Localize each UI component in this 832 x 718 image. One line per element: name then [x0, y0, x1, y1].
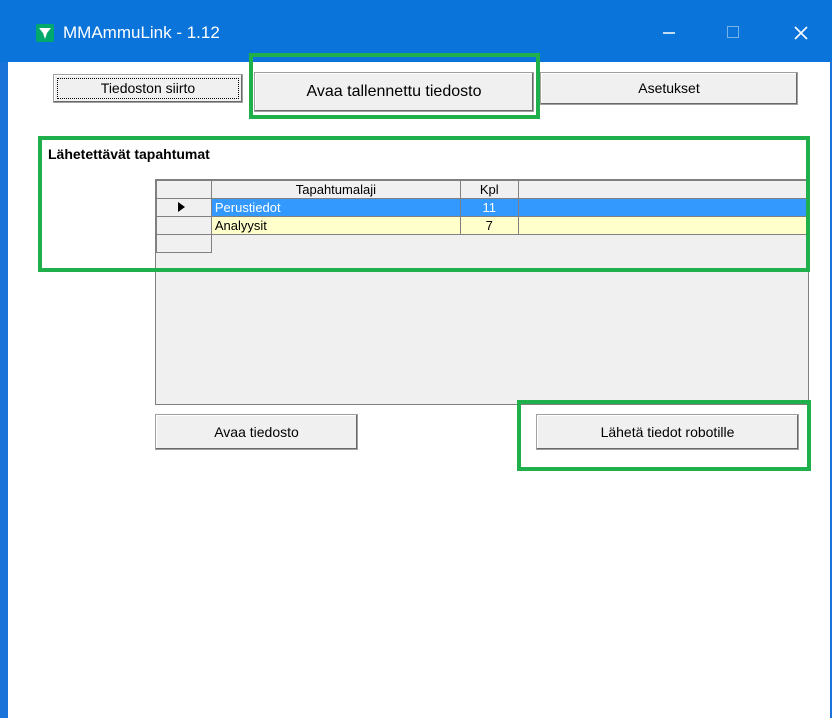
cell-type[interactable]: Perustiedot — [210, 198, 461, 217]
tab-settings[interactable]: Asetukset — [540, 72, 798, 105]
app-logo-icon — [36, 24, 54, 42]
cell-count[interactable]: 11 — [459, 198, 519, 217]
table-row[interactable]: Perustiedot 11 — [156, 198, 809, 217]
open-file-button[interactable]: Avaa tiedosto — [155, 414, 358, 450]
cell-filler — [517, 198, 809, 217]
row-selector[interactable] — [156, 234, 212, 253]
window-title: MMAmmuLink - 1.12 — [63, 23, 220, 42]
events-grid[interactable]: Tapahtumalaji Kpl Perustiedot 11 Analyys… — [155, 179, 809, 405]
row-selector[interactable] — [156, 216, 212, 235]
grid-corner-cell — [156, 180, 212, 199]
cell-filler — [517, 216, 809, 235]
column-header-filler — [517, 180, 809, 199]
tab-file-transfer[interactable]: Tiedoston siirto — [53, 74, 243, 103]
table-row-empty[interactable] — [156, 234, 808, 253]
row-selector[interactable] — [156, 198, 212, 217]
send-to-robot-button[interactable]: Lähetä tiedot robotille — [536, 414, 799, 450]
tab-open-saved-file[interactable]: Avaa tallennettu tiedosto — [254, 72, 534, 112]
maximize-button[interactable] — [712, 15, 754, 51]
title-bar[interactable]: MMAmmuLink - 1.12 — [0, 0, 832, 62]
close-button[interactable] — [780, 15, 822, 51]
cell-count[interactable]: 7 — [459, 216, 519, 235]
minimize-button[interactable] — [648, 15, 690, 51]
column-header-count[interactable]: Kpl — [459, 180, 519, 199]
grid-header-row: Tapahtumalaji Kpl — [156, 180, 809, 199]
section-title: Lähetettävät tapahtumat — [48, 146, 210, 162]
table-row[interactable]: Analyysit 7 — [156, 216, 809, 235]
current-row-arrow-icon — [178, 202, 185, 212]
cell-type[interactable]: Analyysit — [210, 216, 461, 235]
column-header-type[interactable]: Tapahtumalaji — [210, 180, 461, 199]
